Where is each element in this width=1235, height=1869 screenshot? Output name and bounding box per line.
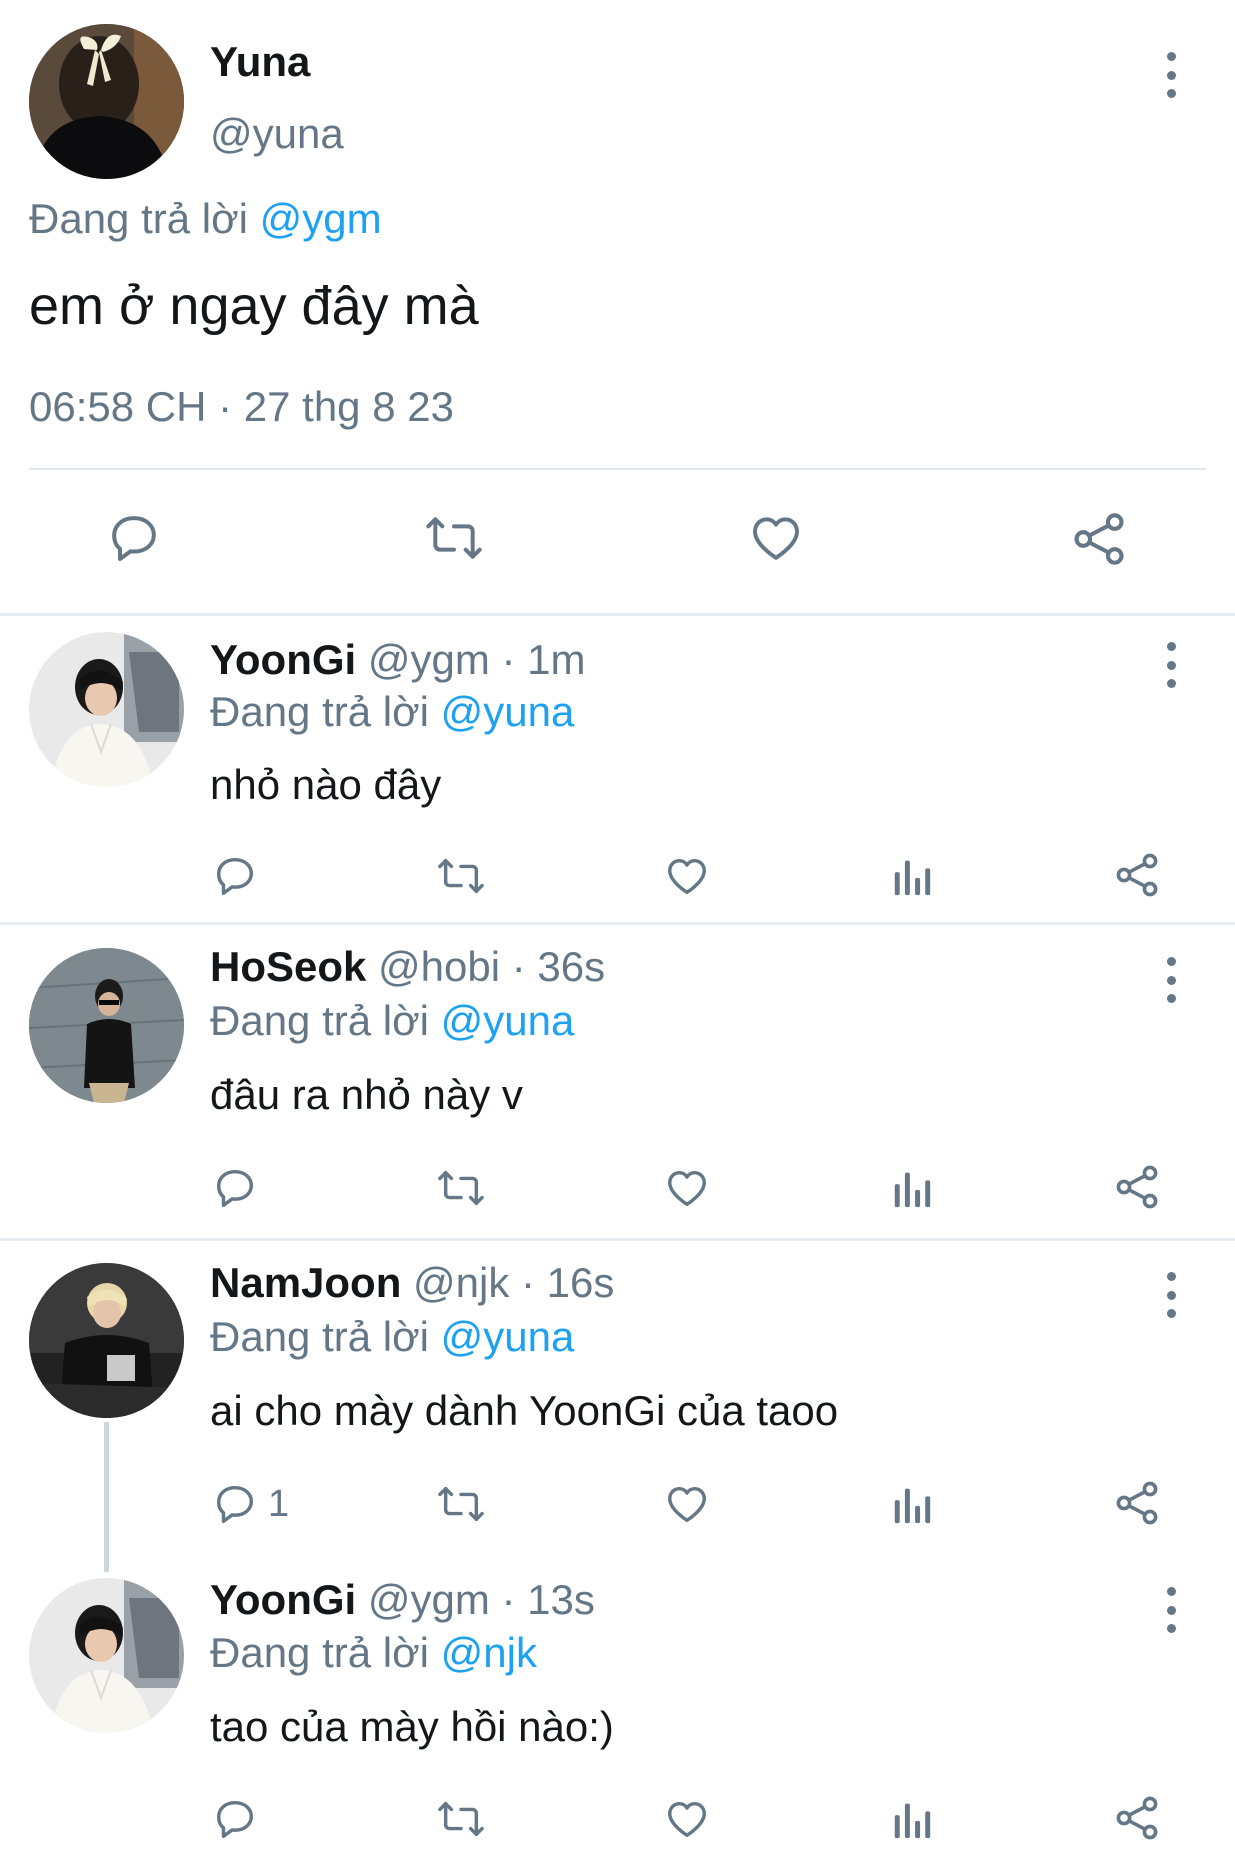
reply-header: NamJoon @njk · 16s — [210, 1259, 614, 1307]
more-options-icon[interactable] — [1163, 52, 1179, 98]
avatar[interactable] — [29, 948, 184, 1103]
share-icon[interactable] — [1113, 851, 1161, 899]
replying-to-label: Đang trả lời — [210, 688, 429, 735]
share-icon[interactable] — [1113, 1163, 1161, 1211]
tweet-text: tao của mày hồi nào:) — [210, 1703, 614, 1750]
replying-to: Đang trả lời @yuna — [210, 688, 574, 736]
retweet-icon[interactable] — [436, 1165, 486, 1211]
tweet-text: ai cho mày dành YoonGi của taoo — [210, 1387, 839, 1434]
retweet-icon[interactable] — [436, 853, 486, 899]
replying-to-mention[interactable]: @yuna — [441, 997, 575, 1044]
reply-icon[interactable] — [212, 1165, 258, 1211]
divider — [29, 468, 1206, 470]
display-name[interactable]: NamJoon — [210, 1259, 401, 1306]
replying-to: Đang trả lời @ygm — [29, 195, 382, 243]
reply-header: YoonGi @ygm · 13s — [210, 1576, 595, 1624]
display-name[interactable]: HoSeok — [210, 943, 366, 990]
tweet-text: đâu ra nhỏ này v — [210, 1071, 523, 1118]
reply-tweet[interactable]: YoonGi @ygm · 13s Đang trả lời @njk tao … — [0, 1556, 1235, 1869]
avatar[interactable] — [29, 1263, 184, 1418]
replying-to-mention[interactable]: @ygm — [260, 195, 382, 242]
share-icon[interactable] — [1070, 510, 1128, 568]
timestamp[interactable]: 06:58 CH · 27 thg 8 23 — [29, 383, 454, 431]
like-icon[interactable] — [747, 510, 805, 566]
tweet-text: em ở ngay đây mà — [29, 276, 479, 336]
replying-to-label: Đang trả lời — [210, 1629, 429, 1676]
handle-and-time[interactable]: @ygm · 1m — [368, 636, 586, 683]
main-tweet: Yuna @yuna Đang trả lời @ygm em ở ngay đ… — [0, 0, 1235, 614]
reply-header: YoonGi @ygm · 1m — [210, 636, 586, 684]
replying-to-label: Đang trả lời — [210, 1313, 429, 1360]
retweet-icon[interactable] — [436, 1796, 486, 1842]
tweet-text: nhỏ nào đây — [210, 761, 442, 808]
replying-to: Đang trả lời @yuna — [210, 1313, 574, 1361]
replying-to-label: Đang trả lời — [29, 195, 248, 242]
handle[interactable]: @yuna — [210, 110, 344, 158]
replying-to-label: Đang trả lời — [210, 997, 429, 1044]
retweet-icon[interactable] — [436, 1481, 486, 1527]
reply-tweet[interactable]: HoSeok @hobi · 36s Đang trả lời @yuna đâ… — [0, 925, 1235, 1238]
like-icon[interactable] — [663, 853, 711, 899]
reply-tweet[interactable]: NamJoon @njk · 16s Đang trả lời @yuna ai… — [0, 1241, 1235, 1555]
display-name[interactable]: YoonGi — [210, 636, 356, 683]
handle-and-time[interactable]: @njk · 16s — [413, 1259, 614, 1306]
more-options-icon[interactable] — [1163, 1272, 1179, 1318]
replying-to-mention[interactable]: @yuna — [441, 688, 575, 735]
display-name[interactable]: YoonGi — [210, 1576, 356, 1623]
like-icon[interactable] — [663, 1481, 711, 1527]
reply-icon[interactable] — [212, 853, 258, 899]
avatar[interactable] — [29, 1578, 184, 1733]
avatar[interactable] — [29, 24, 184, 179]
handle-and-time[interactable]: @hobi · 36s — [378, 943, 605, 990]
replying-to: Đang trả lời @yuna — [210, 997, 574, 1045]
reply-icon[interactable] — [212, 1481, 258, 1527]
replying-to-mention[interactable]: @njk — [441, 1629, 537, 1676]
replying-to-mention[interactable]: @yuna — [441, 1313, 575, 1360]
tweet-thread-screen: Yuna @yuna Đang trả lời @ygm em ở ngay đ… — [0, 0, 1235, 1869]
reply-icon[interactable] — [212, 1796, 258, 1842]
share-icon[interactable] — [1113, 1479, 1161, 1527]
reply-count: 1 — [268, 1483, 290, 1525]
reply-icon[interactable] — [106, 510, 162, 566]
reply-header: HoSeok @hobi · 36s — [210, 943, 605, 991]
more-options-icon[interactable] — [1163, 957, 1179, 1003]
reply-tweet[interactable]: YoonGi @ygm · 1m Đang trả lời @yuna nhỏ … — [0, 616, 1235, 922]
analytics-icon[interactable] — [892, 1481, 932, 1527]
avatar[interactable] — [29, 632, 184, 787]
replying-to: Đang trả lời @njk — [210, 1629, 537, 1677]
analytics-icon[interactable] — [892, 853, 932, 899]
handle-and-time[interactable]: @ygm · 13s — [368, 1576, 595, 1623]
analytics-icon[interactable] — [892, 1796, 932, 1842]
like-icon[interactable] — [663, 1796, 711, 1842]
more-options-icon[interactable] — [1163, 642, 1179, 688]
like-icon[interactable] — [663, 1165, 711, 1211]
analytics-icon[interactable] — [892, 1165, 932, 1211]
display-name[interactable]: Yuna — [210, 38, 310, 86]
share-icon[interactable] — [1113, 1794, 1161, 1842]
more-options-icon[interactable] — [1163, 1587, 1179, 1633]
retweet-icon[interactable] — [423, 510, 485, 566]
